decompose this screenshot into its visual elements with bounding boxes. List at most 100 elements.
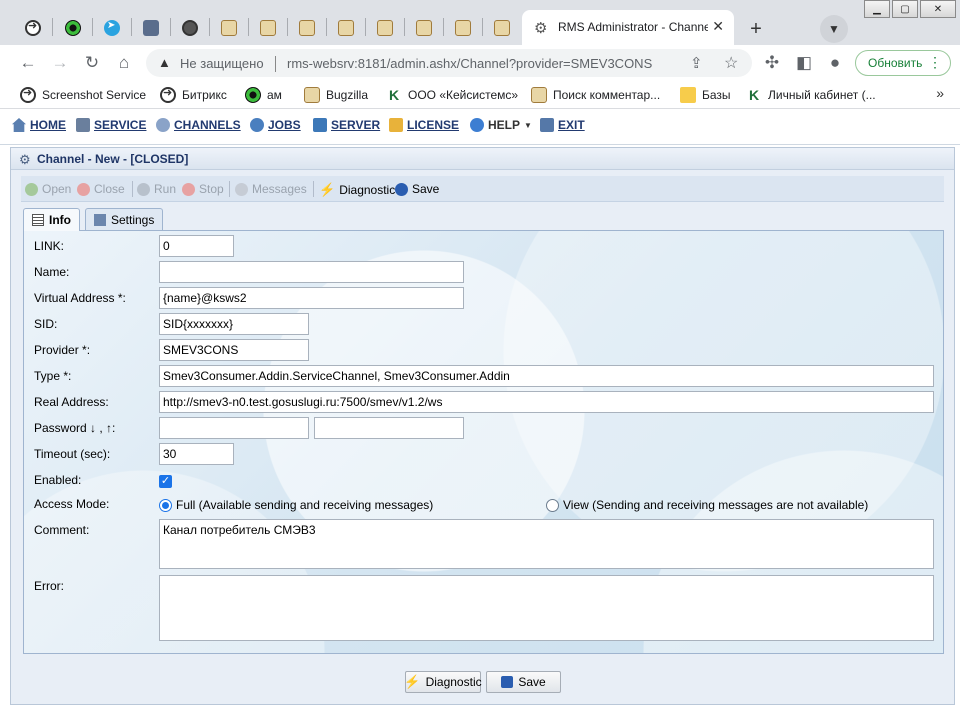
menu-exit[interactable]: EXIT — [540, 118, 585, 132]
messages-button[interactable]: Messages — [235, 182, 307, 196]
menu-home[interactable]: HOME — [12, 118, 66, 132]
more-bookmarks-button[interactable]: » — [936, 85, 944, 101]
bookmark-label: Базы — [702, 88, 731, 102]
arrow-left-icon: ← — [19, 53, 37, 72]
sid-input[interactable] — [159, 313, 309, 335]
pinned-tab[interactable] — [97, 14, 127, 42]
profile-button[interactable]: ● — [823, 51, 847, 75]
link-input[interactable] — [159, 235, 234, 257]
update-button[interactable]: Обновить ⋮ — [855, 50, 951, 76]
enabled-checkbox[interactable]: ✓ — [159, 475, 172, 488]
document-icon — [338, 20, 354, 36]
tab-divider — [482, 18, 483, 36]
pinned-tab[interactable] — [175, 14, 205, 42]
diagnostic-button[interactable]: ⚡ Diagnostic — [319, 182, 395, 198]
bookmark-item[interactable]: ам — [245, 87, 282, 103]
bottom-diagnostic-button[interactable]: ⚡ Diagnostic — [404, 671, 482, 693]
menu-help[interactable]: HELP ▼ — [470, 118, 532, 132]
close-circle-icon — [77, 182, 90, 196]
access-mode-label: Access Mode: — [34, 497, 110, 511]
bottom-save-button[interactable]: Save — [486, 671, 561, 693]
name-input[interactable] — [159, 261, 464, 283]
access-mode-view-label[interactable]: View (Sending and receiving messages are… — [563, 498, 868, 512]
close-button[interactable]: Close — [77, 182, 125, 196]
virtual-address-input[interactable] — [159, 287, 464, 309]
pinned-tab[interactable] — [331, 14, 361, 42]
home-button[interactable]: ⌂ — [112, 51, 136, 75]
tab-info[interactable]: Info — [23, 208, 80, 231]
open-button[interactable]: Open — [25, 182, 71, 196]
checkmark-icon: ✓ — [160, 475, 171, 487]
stop-button[interactable]: Stop — [182, 182, 224, 196]
pinned-tab[interactable] — [487, 14, 517, 42]
provider-input[interactable] — [159, 339, 309, 361]
pinned-tab[interactable] — [292, 14, 322, 42]
pinned-tab[interactable] — [18, 14, 48, 42]
floppy-disk-icon — [395, 182, 408, 196]
run-button-label: Run — [154, 182, 177, 196]
bookmark-item[interactable]: Bugzilla — [304, 87, 368, 103]
reload-button[interactable]: ↻ — [80, 51, 104, 75]
password-confirm-input[interactable] — [314, 417, 464, 439]
type-input[interactable] — [159, 365, 934, 387]
pinned-tab[interactable] — [448, 14, 478, 42]
menu-server[interactable]: SERVER — [313, 118, 380, 132]
toolbar-divider — [229, 181, 230, 197]
pinned-tab[interactable] — [214, 14, 244, 42]
bookmark-label: ам — [267, 88, 282, 102]
lightning-icon: ⚡ — [404, 674, 421, 689]
pinned-tab[interactable] — [58, 14, 88, 42]
bookmark-item[interactable]: K Личный кабинет (... — [746, 87, 876, 103]
side-panel-button[interactable]: ◧ — [792, 51, 816, 75]
new-tab-button[interactable]: + — [742, 15, 770, 43]
address-bar[interactable]: ▲ Не защищено rms-websrv:8181/admin.ashx… — [146, 49, 752, 77]
license-icon — [389, 118, 403, 132]
menu-channels[interactable]: CHANNELS — [156, 118, 241, 132]
access-mode-full-label[interactable]: Full (Available sending and receiving me… — [176, 498, 433, 512]
bookmark-star-icon[interactable]: ☆ — [724, 53, 738, 73]
document-icon — [304, 87, 320, 103]
menu-license[interactable]: LICENSE — [389, 118, 459, 132]
exit-icon — [540, 118, 554, 132]
real-address-input[interactable] — [159, 391, 934, 413]
menu-service[interactable]: SERVICE — [76, 118, 146, 132]
run-button[interactable]: Run — [137, 182, 176, 196]
bookmark-item[interactable]: Screenshot Service — [20, 86, 146, 103]
close-tab-icon[interactable]: ✕ — [712, 18, 724, 35]
pinned-tab[interactable] — [409, 14, 439, 42]
channel-window: ⚙ Channel - New - [CLOSED] Open Close Ru… — [10, 147, 955, 705]
pinned-tab[interactable] — [370, 14, 400, 42]
bookmark-item[interactable]: Поиск комментар... — [531, 87, 660, 103]
tab-search-button[interactable]: ▼ — [820, 15, 848, 43]
security-status[interactable]: Не защищено — [180, 56, 264, 71]
back-button[interactable]: ← — [16, 51, 40, 75]
pinned-tab[interactable] — [136, 14, 166, 42]
window-close-button[interactable]: ✕ — [920, 0, 956, 18]
info-panel: LINK: Name: Virtual Address *: SID: Prov… — [23, 230, 944, 654]
forward-button[interactable]: → — [48, 51, 72, 75]
warning-icon[interactable]: ▲ — [158, 55, 171, 70]
minimize-button[interactable]: ▁ — [864, 0, 890, 18]
menu-jobs[interactable]: JOBS — [250, 118, 301, 132]
extensions-button[interactable]: ✣ — [760, 51, 784, 75]
pinned-tab[interactable] — [253, 14, 283, 42]
check-circle-icon — [25, 182, 38, 196]
share-icon[interactable]: ⇪ — [690, 54, 703, 72]
error-textarea[interactable] — [159, 575, 934, 641]
active-tab[interactable]: ⚙ RMS Administrator - Channel ✕ — [522, 10, 734, 46]
access-mode-full-radio[interactable] — [159, 499, 172, 512]
bookmark-item[interactable]: K ООО «Кейсистемс» — [386, 87, 518, 103]
reload-icon: ↻ — [84, 53, 100, 72]
bookmark-item[interactable]: Битрикс — [160, 86, 227, 103]
tab-settings[interactable]: Settings — [85, 208, 164, 230]
comment-textarea[interactable]: Канал потребитель СМЭВ3 — [159, 519, 934, 569]
timeout-input[interactable] — [159, 443, 234, 465]
password-input[interactable] — [159, 417, 309, 439]
bookmark-item[interactable]: Базы — [680, 87, 731, 103]
save-button[interactable]: Save — [395, 182, 439, 196]
gear-icon: ⚙ — [534, 20, 548, 37]
access-mode-view-radio[interactable] — [546, 499, 559, 512]
maximize-button[interactable]: ▢ — [892, 0, 918, 18]
bookmark-label: Поиск комментар... — [553, 88, 661, 102]
url-text[interactable]: rms-websrv:8181/admin.ashx/Channel?provi… — [287, 56, 652, 71]
